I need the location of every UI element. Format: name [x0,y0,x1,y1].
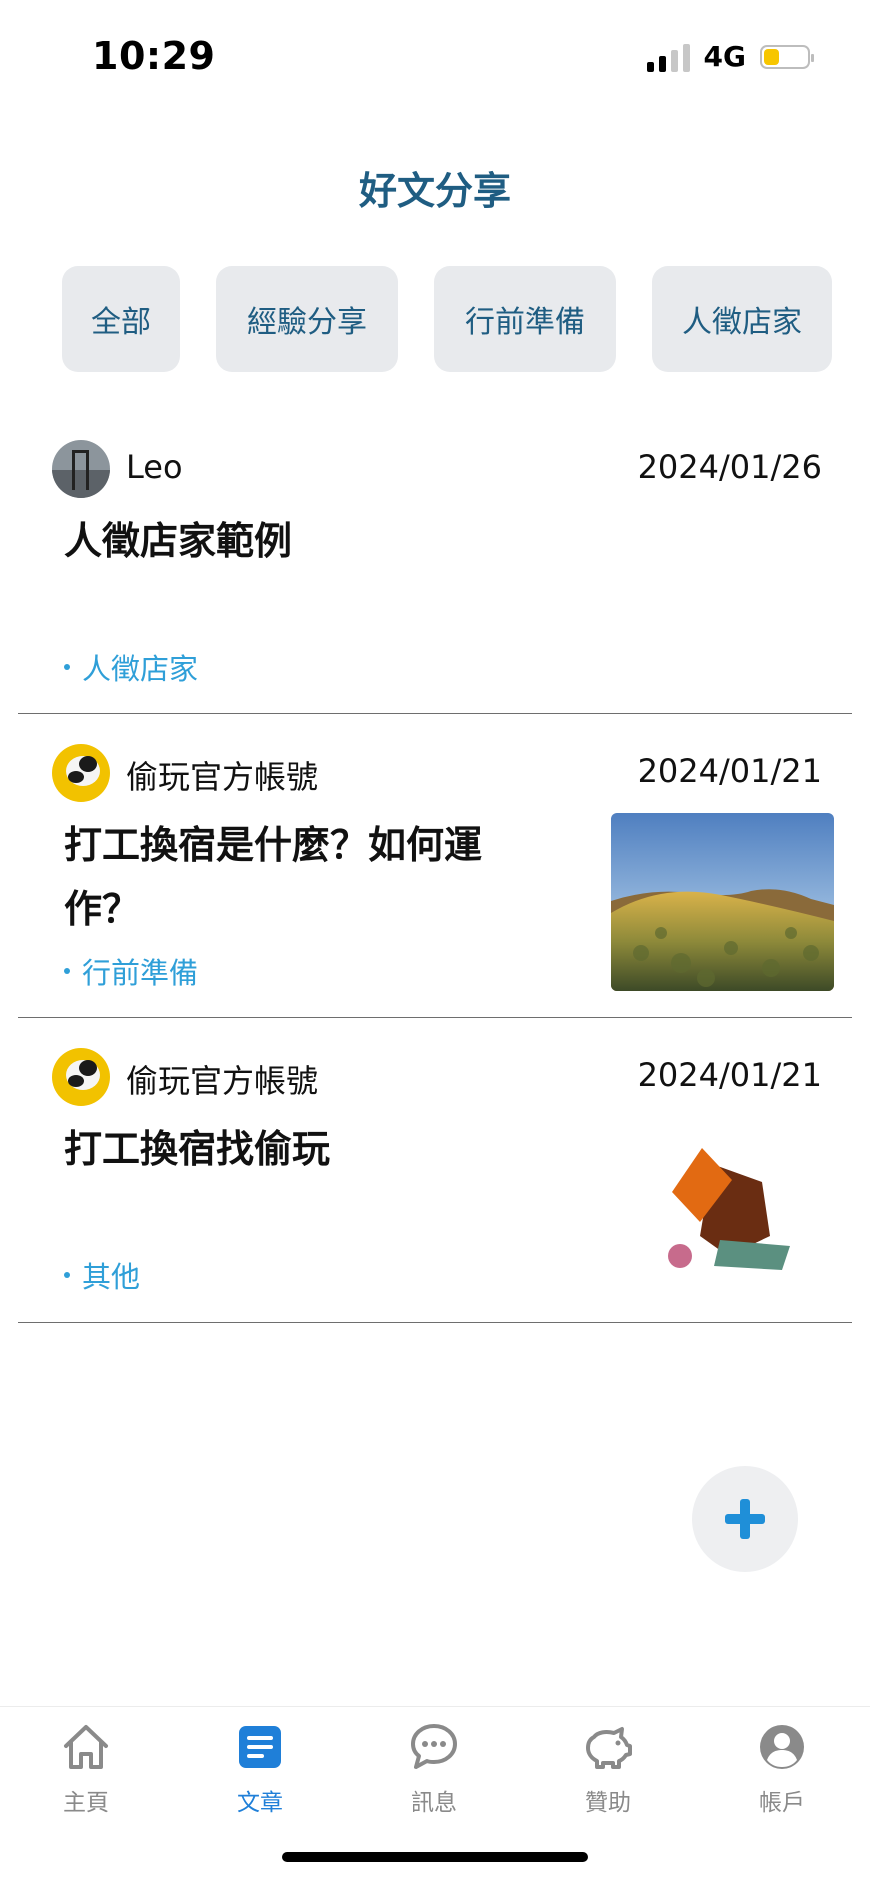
add-article-button[interactable] [692,1466,798,1572]
tag-dot [64,664,70,670]
author-name: 偷玩官方帳號 [126,758,319,796]
tab-sponsor[interactable]: 贊助 [548,1721,668,1817]
post-date: 2024/01/26 [637,448,822,486]
chip-recruiting-hosts[interactable]: 人徵店家 [652,266,832,372]
tag-label: 其他 [82,1260,141,1294]
chip-all[interactable]: 全部 [62,266,180,372]
home-icon [64,1725,108,1769]
article-card[interactable]: 偷玩官方帳號 2024/01/21 打工換宿是什麼？如何運 作？ 行前準備 [18,714,852,1018]
network-type: 4G [703,40,746,73]
tab-articles[interactable]: 文章 [200,1721,320,1817]
piggy-bank-icon [586,1727,632,1769]
home-indicator [282,1852,588,1862]
article-card[interactable]: Leo 2024/01/26 人徵店家範例 人徵店家 [18,410,852,714]
status-time: 10:29 [92,34,216,78]
tag-dot [64,1272,70,1278]
author-avatar [52,1048,110,1106]
article-tag[interactable]: 其他 [64,1254,140,1296]
account-icon [760,1725,804,1769]
category-filter: 全部 經驗分享 行前準備 人徵店家 [62,266,832,372]
article-icon [239,1726,281,1768]
chip-preparation[interactable]: 行前準備 [434,266,616,372]
tag-label: 人徵店家 [82,652,199,686]
tag-dot [64,968,70,974]
article-title[interactable]: 人徵店家範例 [64,510,292,572]
article-tag[interactable]: 行前準備 [64,950,198,992]
tab-account[interactable]: 帳戶 [722,1721,842,1817]
plus-icon [725,1499,765,1539]
tab-label: 訊息 [411,1790,457,1816]
page-title: 好文分享 [358,169,511,213]
status-indicators: 4G [646,40,814,73]
article-title-line-1[interactable]: 打工換宿是什麼？如何運 [64,814,482,876]
article-title[interactable]: 打工換宿找偷玩 [64,1118,330,1180]
tab-label: 帳戶 [759,1790,805,1816]
article-tag[interactable]: 人徵店家 [64,646,198,688]
author-avatar [52,440,110,498]
post-date: 2024/01/21 [637,752,822,790]
author-name: 偷玩官方帳號 [126,1062,319,1100]
tag-label: 行前準備 [82,956,199,990]
chip-experience[interactable]: 經驗分享 [216,266,398,372]
tab-home[interactable]: 主頁 [26,1721,146,1817]
signal-icon [646,42,690,72]
article-thumbnail[interactable] [658,1138,808,1278]
article-card[interactable]: 偷玩官方帳號 2024/01/21 打工換宿找偷玩 其他 [18,1018,852,1323]
tab-label: 贊助 [585,1790,631,1816]
battery-icon [760,44,814,69]
chat-icon [411,1724,457,1769]
article-thumbnail[interactable] [611,813,834,991]
tab-messages[interactable]: 訊息 [374,1721,494,1817]
author-avatar [52,744,110,802]
post-date: 2024/01/21 [637,1056,822,1094]
tab-label: 主頁 [63,1790,109,1816]
article-title-line-2[interactable]: 作？ [64,878,140,940]
author-name: Leo [126,448,183,486]
tab-label: 文章 [237,1790,283,1816]
